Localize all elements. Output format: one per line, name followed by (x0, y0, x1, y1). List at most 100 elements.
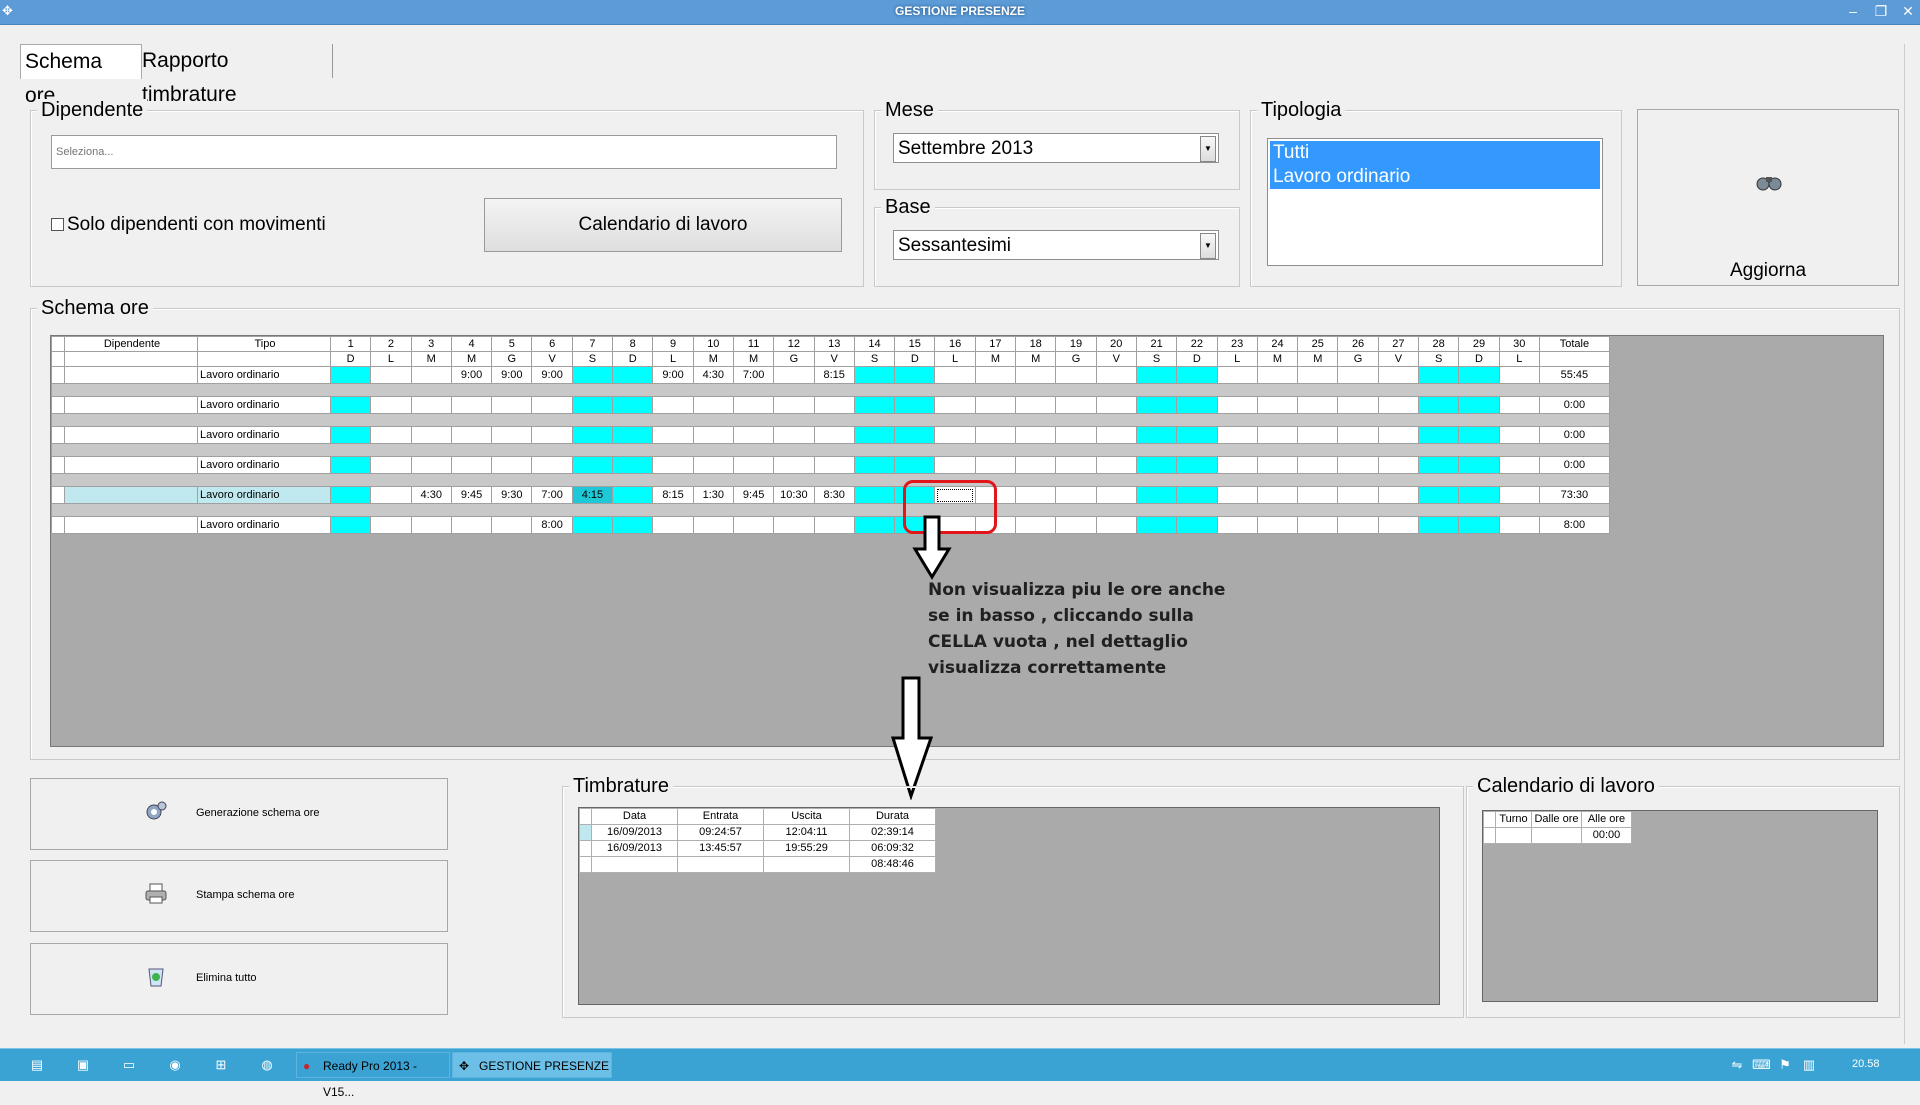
hours-cell[interactable] (732, 456, 775, 474)
server-icon[interactable]: ▤ (28, 1056, 46, 1074)
hours-cell[interactable] (1176, 456, 1218, 474)
row-selector[interactable] (51, 426, 65, 444)
hours-cell[interactable] (329, 366, 372, 384)
hours-cell[interactable] (1135, 486, 1178, 504)
hours-cell[interactable] (934, 456, 976, 474)
employee-name-cell[interactable] (64, 396, 198, 414)
hours-cell[interactable] (612, 486, 654, 504)
hours-cell[interactable] (1015, 516, 1057, 534)
row-selector[interactable] (579, 840, 592, 857)
hours-cell[interactable] (1498, 486, 1540, 504)
col-dipendente-header[interactable]: Dipendente (64, 336, 198, 352)
stampa-schema-button[interactable]: Stampa schema ore (30, 860, 448, 932)
hours-cell[interactable] (1297, 396, 1339, 414)
hours-cell[interactable] (1297, 486, 1339, 504)
row-selector[interactable] (51, 486, 65, 504)
hours-cell[interactable] (1418, 366, 1460, 384)
hours-cell[interactable] (1015, 396, 1057, 414)
hours-cell[interactable] (410, 366, 452, 384)
day-header[interactable]: 4 (450, 336, 493, 352)
table-cell[interactable]: 00:00 (1581, 827, 1632, 844)
hours-cell[interactable] (450, 396, 493, 414)
hours-cell[interactable] (571, 426, 614, 444)
table-cell[interactable]: 06:09:32 (849, 840, 936, 857)
hours-cell[interactable] (1418, 456, 1460, 474)
column-header[interactable]: Data (591, 808, 678, 825)
hours-cell[interactable]: 7:00 (732, 366, 775, 384)
hours-cell[interactable] (1256, 366, 1299, 384)
hours-cell[interactable] (1337, 426, 1379, 444)
hours-cell[interactable] (1256, 396, 1299, 414)
row-selector[interactable] (51, 396, 65, 414)
terminal-icon[interactable]: ▣ (74, 1056, 92, 1074)
network-tray-icon[interactable]: ⇋ (1728, 1056, 1746, 1074)
hours-cell[interactable] (531, 456, 573, 474)
hours-cell[interactable] (1176, 516, 1218, 534)
hours-cell[interactable] (1256, 516, 1299, 534)
hours-cell[interactable] (692, 516, 734, 534)
hours-cell[interactable] (1337, 456, 1379, 474)
network-icon[interactable]: ⊞ (212, 1056, 230, 1074)
hours-cell[interactable] (571, 366, 614, 384)
day-header[interactable]: 22 (1176, 336, 1218, 352)
day-header[interactable]: 29 (1458, 336, 1500, 352)
hours-cell[interactable] (1015, 456, 1057, 474)
hours-cell[interactable] (1377, 426, 1420, 444)
day-header[interactable]: 20 (1095, 336, 1137, 352)
hours-cell[interactable] (813, 396, 855, 414)
aggiorna-button[interactable]: Aggiorna (1637, 109, 1899, 286)
hours-cell[interactable] (370, 456, 412, 474)
day-header[interactable]: 21 (1135, 336, 1178, 352)
hours-cell[interactable] (813, 456, 855, 474)
hours-cell[interactable] (1135, 426, 1178, 444)
day-header[interactable]: 6 (531, 336, 573, 352)
hours-cell[interactable] (1418, 396, 1460, 414)
hours-cell[interactable] (450, 426, 493, 444)
table-cell[interactable]: 16/09/2013 (591, 824, 678, 841)
day-header[interactable]: 16 (934, 336, 976, 352)
table-cell[interactable] (677, 856, 764, 873)
task-gestione-presenze[interactable]: ✥ GESTIONE PRESENZE (452, 1052, 612, 1078)
day-header[interactable]: 14 (853, 336, 896, 352)
row-selector[interactable] (579, 824, 592, 841)
hours-cell[interactable] (1337, 516, 1379, 534)
table-cell[interactable] (1531, 827, 1582, 844)
hours-cell[interactable] (1458, 366, 1500, 384)
hours-cell[interactable] (1377, 516, 1420, 534)
monitor-tray-icon[interactable]: ▥ (1800, 1056, 1818, 1074)
hours-cell[interactable] (1095, 516, 1137, 534)
hours-cell[interactable] (974, 396, 1017, 414)
dipendente-input[interactable] (51, 135, 837, 169)
hours-cell[interactable] (732, 426, 775, 444)
table-cell[interactable]: 08:48:46 (849, 856, 936, 873)
hours-cell[interactable] (1176, 486, 1218, 504)
employee-name-cell[interactable] (64, 486, 198, 504)
hours-cell[interactable]: 9:30 (491, 486, 533, 504)
row-selector[interactable] (579, 856, 592, 873)
day-header[interactable]: 18 (1015, 336, 1057, 352)
hours-cell[interactable] (1055, 426, 1097, 444)
keyboard-tray-icon[interactable]: ⌨ (1752, 1056, 1771, 1074)
table-cell[interactable]: 19:55:29 (763, 840, 850, 857)
hours-cell[interactable] (1095, 396, 1137, 414)
tipologia-item-lavoro-ordinario[interactable]: Lavoro ordinario (1270, 165, 1600, 189)
hours-cell[interactable] (773, 516, 815, 534)
table-cell[interactable]: 13:45:57 (677, 840, 764, 857)
hours-cell[interactable] (974, 426, 1017, 444)
day-header[interactable]: 7 (571, 336, 614, 352)
column-header[interactable]: Entrata (677, 808, 764, 825)
hours-cell[interactable] (813, 516, 855, 534)
hours-cell[interactable] (329, 456, 372, 474)
hours-cell[interactable] (1095, 486, 1137, 504)
day-header[interactable]: 11 (732, 336, 775, 352)
hours-cell[interactable] (1216, 366, 1258, 384)
table-row[interactable]: Lavoro ordinario 8:00 8:00 (51, 516, 1610, 534)
flag-tray-icon[interactable]: ⚑ (1776, 1056, 1794, 1074)
day-header[interactable]: 15 (894, 336, 936, 352)
table-row[interactable]: Lavoro ordinario 0:00 (51, 456, 1610, 474)
hours-cell[interactable] (1176, 366, 1218, 384)
hours-cell[interactable] (1055, 486, 1097, 504)
hours-cell[interactable] (1176, 426, 1218, 444)
hours-cell[interactable] (1135, 456, 1178, 474)
hours-cell[interactable] (1418, 516, 1460, 534)
